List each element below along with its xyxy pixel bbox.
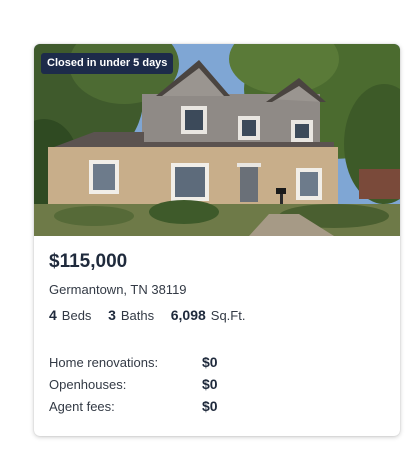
fee-label: Agent fees: [49,399,115,414]
baths-count: 3 [108,307,116,323]
fee-value: $0 [202,354,218,370]
beds-label: Beds [61,308,92,323]
area-stat: 6,098 Sq.Ft. [171,306,246,325]
fee-row-renovations: Home renovations: $0 [49,351,218,373]
fee-row-agent-fees: Agent fees: $0 [49,395,218,417]
baths-label: Baths [120,308,155,323]
listing-stats: 4 Beds 3 Baths 6,098 Sq.Ft. [49,306,385,325]
fee-row-openhouses: Openhouses: $0 [49,373,218,395]
baths-stat: 3 Baths [108,306,154,325]
listing-photo[interactable]: Closed in under 5 days [34,44,400,236]
fees-list: Home renovations: $0 Openhouses: $0 Agent … [49,351,218,417]
area-unit: Sq.Ft. [210,308,246,323]
area-value: 6,098 [170,307,206,323]
fee-label: Home renovations: [49,355,159,370]
fee-value: $0 [202,398,218,414]
fee-label: Openhouses: [49,377,127,392]
fee-value: $0 [202,376,218,392]
listing-address: Germantown, TN 38119 [49,282,187,297]
listing-card[interactable]: Closed in under 5 days $115,000 Germanto… [34,44,400,436]
closed-fast-badge: Closed in under 5 days [41,53,174,74]
listing-price: $115,000 [49,251,128,272]
listing-info: $115,000 Germantown, TN 38119 4 Beds 3 Bat… [49,250,385,325]
beds-count: 4 [49,307,57,323]
beds-stat: 4 Beds [49,306,91,325]
